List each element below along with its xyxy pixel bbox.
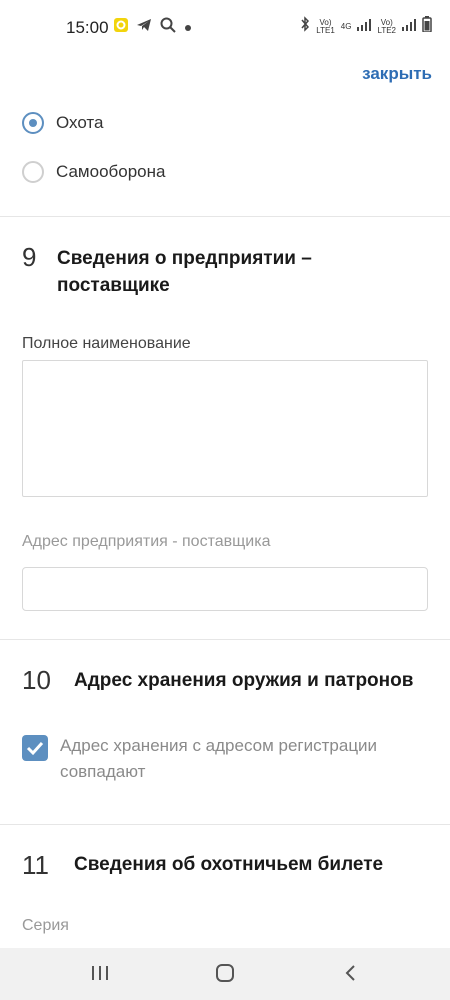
status-time: 15:00 <box>66 18 109 37</box>
divider <box>0 216 450 217</box>
navigation-bar <box>0 948 450 1000</box>
radio-label: Охота <box>56 113 104 132</box>
app-notification-icon <box>114 18 128 37</box>
telegram-icon <box>136 18 152 37</box>
section-number: 9 <box>22 242 37 272</box>
address-match-label-line: совпадают <box>60 762 146 781</box>
bluetooth-icon <box>300 16 310 37</box>
section-title: Адрес хранения оружия и патронов <box>74 670 414 691</box>
full-name-label: Полное наименование <box>22 335 191 352</box>
section-title: Сведения об охотничьем билете <box>74 854 384 875</box>
radio-option-selfdefense[interactable]: Самооборона <box>22 161 165 183</box>
radio-checked-icon[interactable] <box>22 112 44 134</box>
divider <box>0 639 450 640</box>
search-icon <box>160 17 176 38</box>
divider <box>0 824 450 825</box>
home-icon[interactable] <box>215 964 235 987</box>
supplier-address-label: Адрес предприятия - поставщика <box>22 533 271 550</box>
address-match-label-line: Адрес хранения с адресом регистрации <box>60 736 378 755</box>
checkmark-icon <box>26 741 44 756</box>
section-number: 10 <box>22 665 51 695</box>
status-left-icons <box>114 17 192 38</box>
section-title-line: Сведения о предприятии – <box>57 248 312 269</box>
dot-icon <box>184 19 192 37</box>
signal-icon <box>402 18 416 36</box>
radio-unchecked-icon[interactable] <box>22 161 44 183</box>
section-number: 11 <box>22 850 49 880</box>
battery-icon <box>422 16 432 37</box>
network-label-lte2: Vo) LTE2 <box>377 17 396 35</box>
status-bar: 15:00 Vo) LTE1 4G Vo) LTE2 <box>0 0 450 56</box>
radio-label: Самооборона <box>56 162 166 181</box>
signal-icon <box>357 18 372 36</box>
address-match-checkbox[interactable] <box>22 735 48 761</box>
radio-option-hunting[interactable]: Охота <box>22 112 103 134</box>
close-link[interactable]: закрыть <box>362 64 432 84</box>
status-right-icons: Vo) LTE1 4G Vo) LTE2 <box>300 16 432 37</box>
series-label: Серия <box>22 917 69 934</box>
back-icon[interactable] <box>343 964 357 987</box>
address-match-label: Адрес хранения с адресом регистрации сов… <box>60 733 430 785</box>
section-title: Сведения о предприятии – поставщике <box>57 245 312 299</box>
recent-apps-icon[interactable] <box>90 964 110 987</box>
supplier-address-input[interactable] <box>22 567 428 611</box>
network-label-4g: 4G <box>340 21 352 31</box>
section-title-line: поставщике <box>57 275 170 296</box>
network-label-lte1: Vo) LTE1 <box>316 17 335 35</box>
full-name-textarea[interactable] <box>22 360 428 497</box>
